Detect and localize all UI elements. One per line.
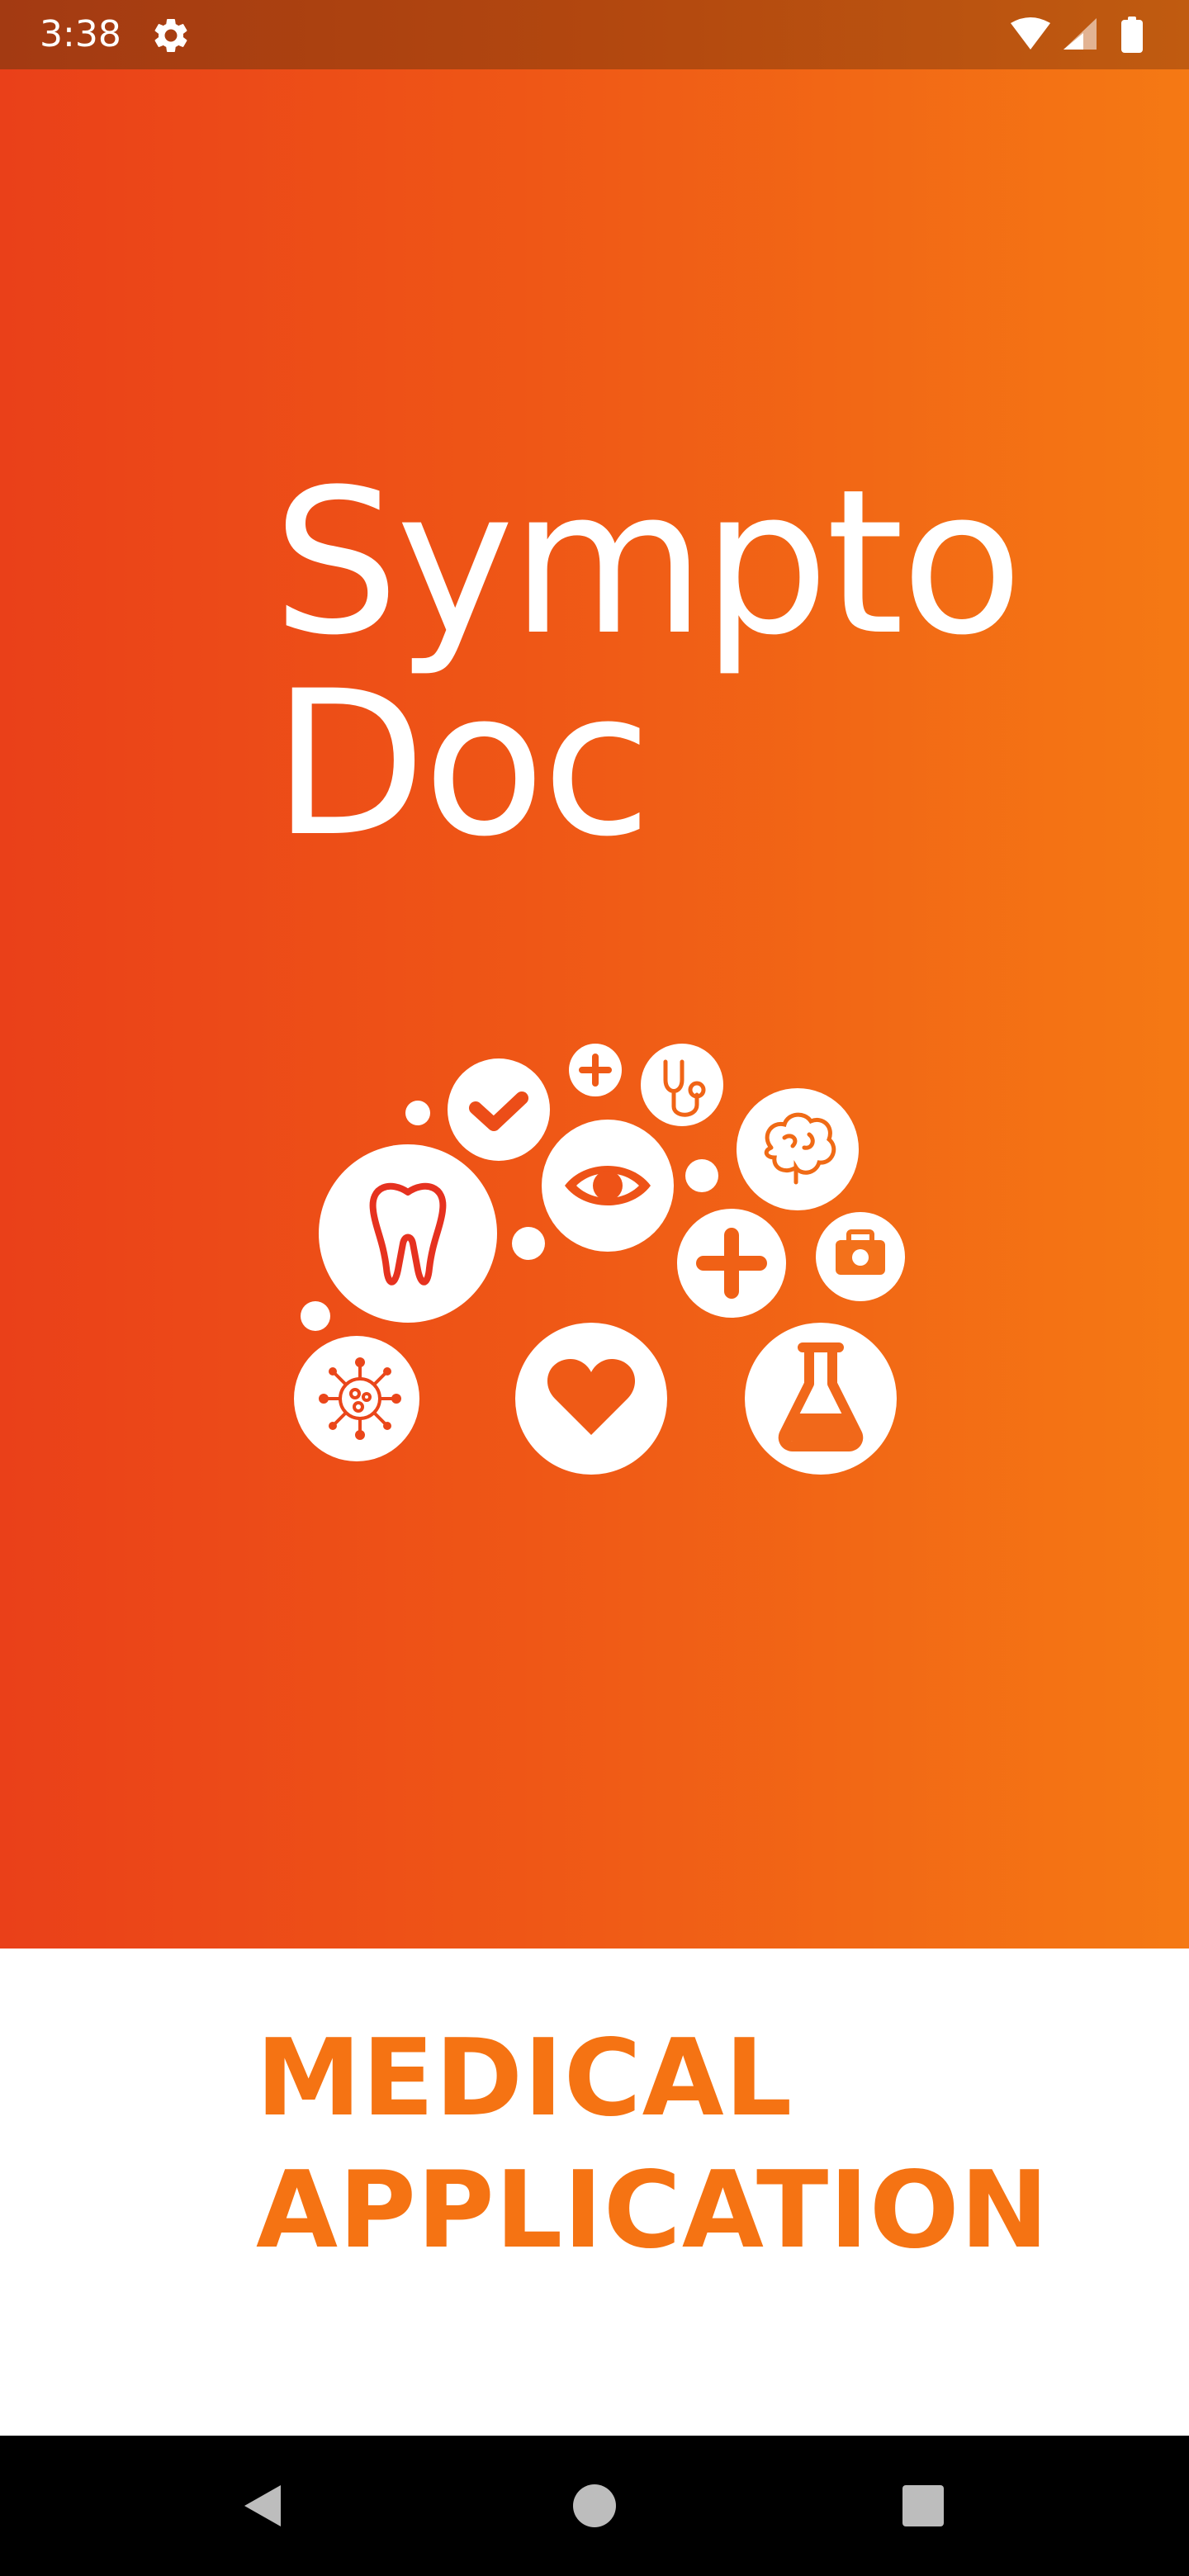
status-bar: 3:38 bbox=[0, 0, 1189, 69]
plus-icon bbox=[569, 1044, 622, 1096]
navigation-bar bbox=[0, 2436, 1189, 2576]
recents-button[interactable] bbox=[886, 2469, 960, 2543]
brain-icon bbox=[737, 1088, 859, 1210]
tagline-line1: MEDICAL bbox=[256, 2017, 793, 2140]
app-title-line2: Doc bbox=[272, 648, 651, 881]
app-title: Sympto Doc bbox=[272, 447, 1023, 881]
gear-icon bbox=[154, 18, 187, 52]
back-icon bbox=[244, 2485, 281, 2526]
check-icon bbox=[448, 1058, 550, 1161]
splash-hero bbox=[0, 69, 1189, 1949]
eye-icon bbox=[542, 1120, 674, 1252]
logo-dot bbox=[405, 1101, 430, 1125]
tagline-line2: APPLICATION bbox=[256, 2149, 1049, 2272]
home-button[interactable] bbox=[557, 2469, 632, 2543]
wifi-icon bbox=[1011, 17, 1050, 50]
stethoscope-icon bbox=[641, 1044, 723, 1126]
tagline: MEDICAL APPLICATION bbox=[256, 2013, 1082, 2277]
heart-icon bbox=[515, 1323, 667, 1475]
status-time: 3:38 bbox=[40, 13, 121, 55]
status-icons bbox=[1011, 17, 1143, 53]
battery-icon bbox=[1121, 17, 1143, 53]
tooth-icon bbox=[319, 1144, 497, 1323]
recents-icon bbox=[902, 2485, 944, 2526]
virus-icon bbox=[294, 1336, 419, 1461]
flask-icon bbox=[745, 1323, 897, 1475]
logo-dot bbox=[685, 1159, 718, 1192]
home-icon bbox=[573, 2484, 616, 2527]
app-title-line1: Sympto bbox=[272, 447, 1023, 680]
plus-icon bbox=[677, 1209, 786, 1318]
logo-dot bbox=[512, 1227, 545, 1260]
medical-kit-icon bbox=[816, 1212, 905, 1301]
logo-dot bbox=[301, 1301, 330, 1331]
app-logo bbox=[294, 1044, 905, 1475]
signal-icon bbox=[1063, 18, 1097, 50]
back-button[interactable] bbox=[225, 2469, 299, 2543]
